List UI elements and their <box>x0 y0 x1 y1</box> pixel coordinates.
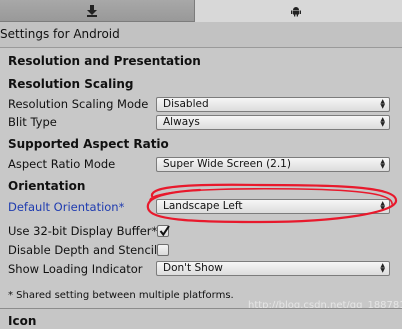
section-resolution-presentation[interactable]: Resolution and Presentation <box>8 54 201 68</box>
select-arrows-icon: ▲ ▼ <box>380 98 385 110</box>
resolution-scaling-mode-value: Disabled <box>163 98 209 110</box>
platform-tabs <box>0 0 402 22</box>
icon-section[interactable]: Icon <box>0 308 402 329</box>
tab-download[interactable] <box>0 0 195 22</box>
blit-type-value: Always <box>163 116 200 128</box>
download-icon <box>87 5 97 17</box>
use-32bit-checkbox[interactable] <box>157 225 170 237</box>
shared-setting-note: * Shared setting between multiple platfo… <box>8 290 234 301</box>
blit-type-select[interactable]: Always ▲ ▼ <box>156 115 390 130</box>
default-orientation-value: Landscape Left <box>163 200 243 212</box>
select-arrows-icon: ▲ ▼ <box>380 262 385 274</box>
default-orientation-label: Default Orientation* <box>8 200 125 214</box>
tab-android[interactable] <box>195 0 402 22</box>
android-icon <box>291 7 301 17</box>
select-arrows-icon: ▲ ▼ <box>380 158 385 170</box>
page-title: Settings for Android <box>0 27 120 41</box>
disable-depth-label: Disable Depth and Stencil <box>8 243 158 257</box>
checkmark-icon <box>159 225 170 237</box>
aspect-ratio-mode-select[interactable]: Super Wide Screen (2.1) ▲ ▼ <box>156 157 390 172</box>
show-loading-select[interactable]: Don't Show ▲ ▼ <box>156 261 390 276</box>
default-orientation-select[interactable]: Landscape Left ▲ ▼ <box>156 199 390 214</box>
blit-type-label: Blit Type <box>8 115 57 129</box>
heading-supported-aspect-ratio: Supported Aspect Ratio <box>8 137 169 151</box>
use-32bit-label: Use 32-bit Display Buffer* <box>8 224 158 238</box>
show-loading-label: Show Loading Indicator <box>8 262 143 276</box>
resolution-scaling-mode-select[interactable]: Disabled ▲ ▼ <box>156 97 390 112</box>
aspect-ratio-mode-value: Super Wide Screen (2.1) <box>163 158 291 170</box>
section-icon: Icon <box>8 314 37 328</box>
heading-orientation: Orientation <box>8 179 86 193</box>
heading-resolution-scaling: Resolution Scaling <box>8 77 134 91</box>
aspect-ratio-mode-label: Aspect Ratio Mode <box>8 157 116 171</box>
disable-depth-checkbox[interactable] <box>157 244 169 256</box>
resolution-presentation-panel: Resolution and Presentation Resolution S… <box>0 47 402 308</box>
resolution-scaling-mode-label: Resolution Scaling Mode <box>8 97 149 111</box>
select-arrows-icon: ▲ ▼ <box>380 200 385 212</box>
select-arrows-icon: ▲ ▼ <box>380 116 385 128</box>
show-loading-value: Don't Show <box>163 262 223 274</box>
